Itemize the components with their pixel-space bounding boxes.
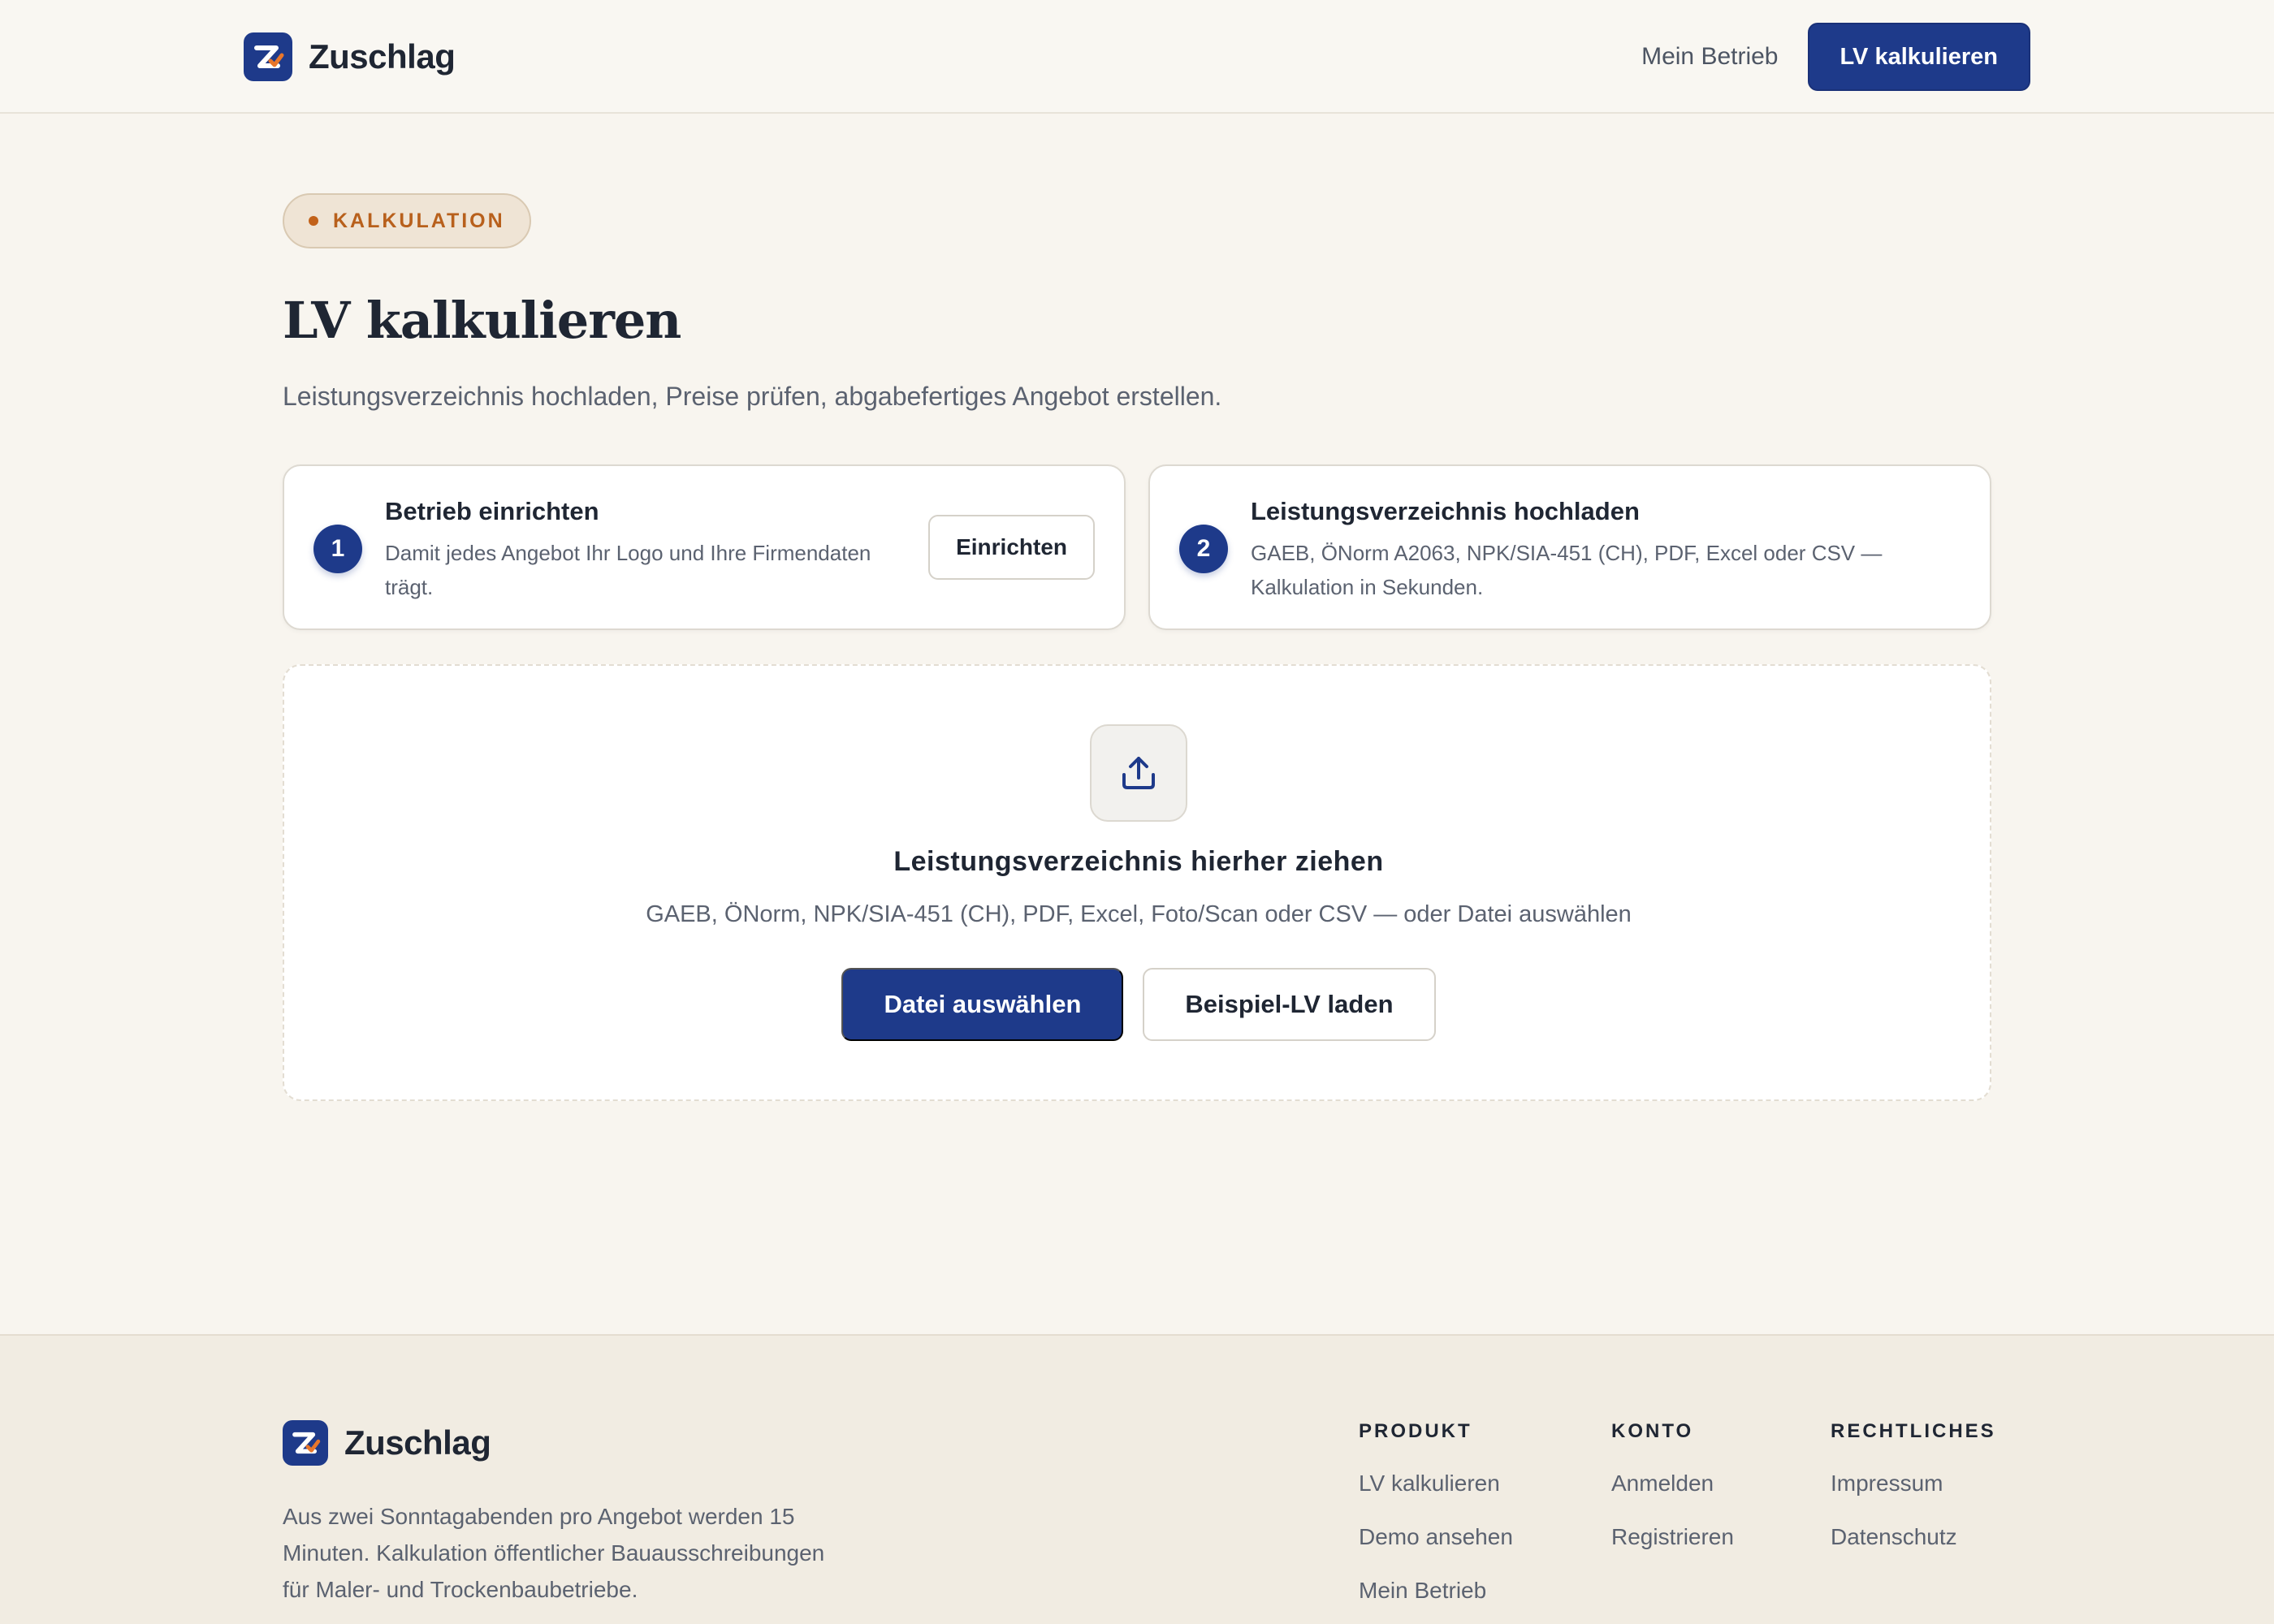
footer-link-anmelden[interactable]: Anmelden <box>1611 1471 1734 1498</box>
eyebrow-label: KALKULATION <box>333 209 505 232</box>
section-eyebrow-badge: KALKULATION <box>283 193 531 248</box>
z-checkmark-logo-icon <box>283 1420 328 1466</box>
dot-icon <box>309 216 318 226</box>
footer-tagline: Aus zwei Sonntagabenden pro Angebot werd… <box>283 1504 825 1602</box>
footer-brand-link[interactable]: Zuschlag <box>283 1420 491 1466</box>
upload-icon <box>1090 724 1187 822</box>
einrichten-button[interactable]: Einrichten <box>928 515 1095 580</box>
page-title: LV kalkulieren <box>283 291 681 350</box>
footer-link-impressum[interactable]: Impressum <box>1831 1471 1996 1498</box>
footer-column-produkt: PRODUKT LV kalkulieren Demo ansehen Mein… <box>1359 1420 1513 1605</box>
header-nav: Mein Betrieb LV kalkulieren <box>1641 23 2030 91</box>
step-title: Leistungsverzeichnis hochladen <box>1251 497 1640 525</box>
footer: Zuschlag Aus zwei Sonntagabenden pro Ang… <box>0 1334 2274 1624</box>
footer-column-title: PRODUKT <box>1359 1420 1472 1442</box>
dropzone-hint: GAEB, ÖNorm, NPK/SIA-451 (CH), PDF, Exce… <box>646 901 1632 927</box>
footer-column-title: RECHTLICHES <box>1831 1420 1996 1442</box>
footer-brand-name: Zuschlag <box>344 1423 491 1462</box>
footer-link-registrieren[interactable]: Registrieren <box>1611 1524 1734 1552</box>
step-description: GAEB, ÖNorm A2063, NPK/SIA-451 (CH), PDF… <box>1251 541 1883 599</box>
footer-link-lv-kalkulieren[interactable]: LV kalkulieren <box>1359 1471 1513 1498</box>
z-checkmark-logo-icon <box>244 32 292 81</box>
page-subtitle: Leistungsverzeichnis hochladen, Preise p… <box>283 382 1222 411</box>
lv-kalkulieren-button[interactable]: LV kalkulieren <box>1807 23 2030 91</box>
step-number-badge: 1 <box>313 525 362 573</box>
footer-column-rechtliches: RECHTLICHES Impressum Datenschutz <box>1831 1420 1996 1552</box>
dropzone-title: Leistungsverzeichnis hierher ziehen <box>893 846 1384 877</box>
footer-column-title: KONTO <box>1611 1420 1694 1442</box>
datei-auswaehlen-button[interactable]: Datei auswählen <box>841 968 1124 1041</box>
footer-link-mein-betrieb[interactable]: Mein Betrieb <box>1359 1578 1513 1605</box>
step-title: Betrieb einrichten <box>385 497 599 525</box>
step-card-betrieb-einrichten: 1 Betrieb einrichten Damit jedes Angebot… <box>283 464 1126 630</box>
step-card-lv-hochladen: 2 Leistungsverzeichnis hochladen GAEB, Ö… <box>1148 464 1991 630</box>
file-dropzone[interactable]: Leistungsverzeichnis hierher ziehen GAEB… <box>283 664 1991 1101</box>
top-navigation-bar: Zuschlag Mein Betrieb LV kalkulieren <box>0 0 2274 114</box>
step-number-badge: 2 <box>1179 525 1228 573</box>
brand-name: Zuschlag <box>309 37 456 76</box>
dropzone-actions: Datei auswählen Beispiel-LV laden <box>284 968 1993 1041</box>
footer-link-demo-ansehen[interactable]: Demo ansehen <box>1359 1524 1513 1552</box>
nav-link-mein-betrieb[interactable]: Mein Betrieb <box>1641 43 1778 71</box>
beispiel-lv-laden-button[interactable]: Beispiel-LV laden <box>1143 968 1436 1041</box>
footer-link-datenschutz[interactable]: Datenschutz <box>1831 1524 1996 1552</box>
footer-column-konto: KONTO Anmelden Registrieren <box>1611 1420 1734 1552</box>
step-description: Damit jedes Angebot Ihr Logo und Ihre Fi… <box>385 541 871 599</box>
brand-home-link[interactable]: Zuschlag <box>244 32 456 81</box>
